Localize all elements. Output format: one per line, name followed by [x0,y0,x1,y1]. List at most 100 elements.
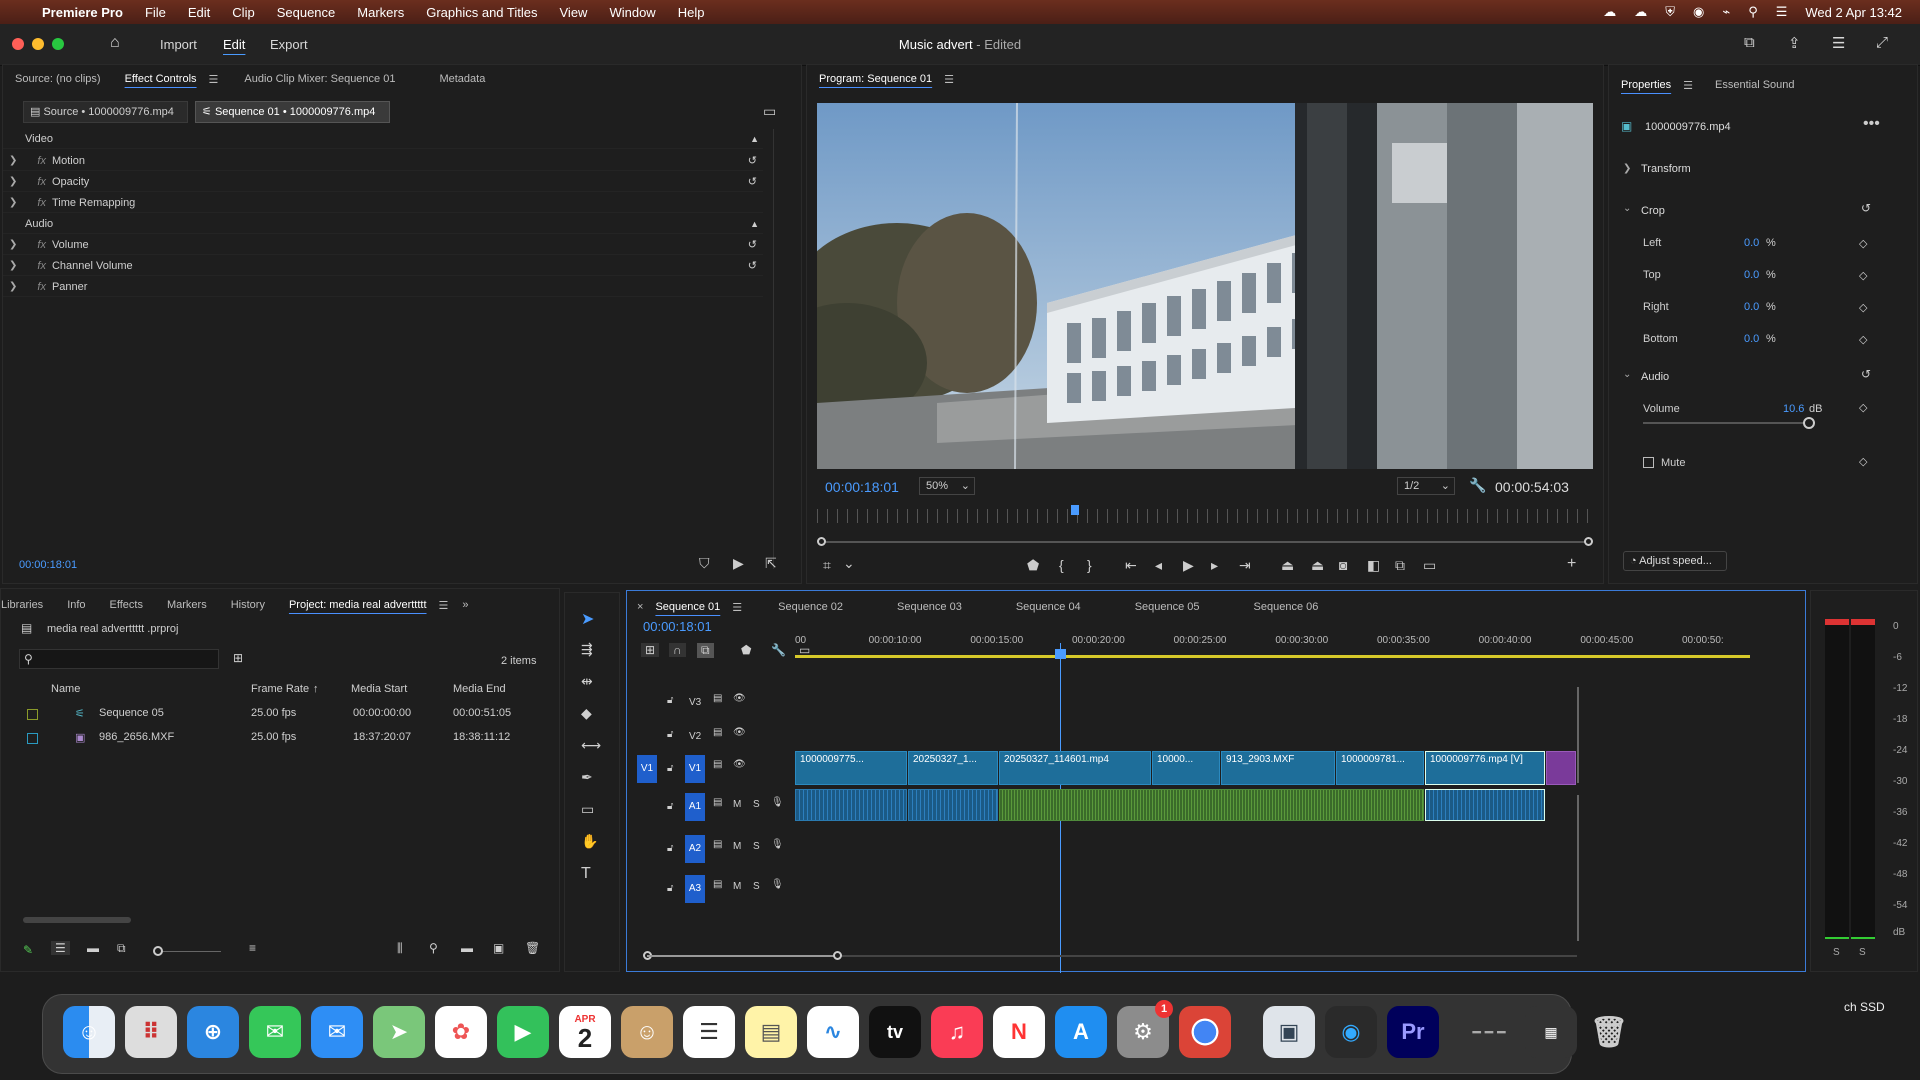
video-clip[interactable]: 20250327_1... [908,751,998,785]
ripple-edit-tool-icon[interactable]: ⇹ [581,673,593,690]
add-marker-icon[interactable]: ⬟ [741,643,751,657]
program-mini-ruler[interactable] [817,509,1593,523]
add-marker-icon[interactable]: ⬟ [1027,557,1039,574]
menu-edit[interactable]: Edit [188,5,210,20]
sync-lock-icon[interactable]: ▤ [713,727,722,738]
col-frame-rate[interactable]: Frame Rate [251,683,309,695]
find-icon[interactable]: ⚲ [429,941,438,955]
mute-checkbox[interactable] [1643,457,1654,468]
expand-chevron-icon[interactable]: ❯ [9,260,17,271]
add-button-icon[interactable]: + [1567,555,1576,573]
volume-value[interactable]: 10.6 [1783,403,1804,415]
lock-icon[interactable]: 🔓︎ [667,883,673,894]
nest-toggle-icon[interactable]: ⊞ [641,643,660,657]
eye-icon[interactable]: 👁︎ [733,727,746,738]
mail-icon[interactable]: ✉ [311,1006,363,1058]
scroll-handle-left[interactable] [817,537,826,546]
sync-lock-icon[interactable]: ▤ [713,839,722,850]
chevron-down-icon[interactable]: ⌄ [1623,369,1631,380]
sync-lock-icon[interactable]: ▤ [713,759,722,770]
project-scrollbar[interactable] [23,917,131,923]
maps-icon[interactable]: ➤ [373,1006,425,1058]
collapse-up-icon[interactable]: ▲ [750,134,759,144]
expand-chevron-icon[interactable]: ❯ [9,239,17,250]
filter-icon[interactable]: ⛉ [699,555,710,572]
scroll-handle-right[interactable] [1584,537,1593,546]
menu-clip[interactable]: Clip [232,5,254,20]
track-label-a2[interactable]: A2 [685,835,705,863]
expand-chevron-icon[interactable]: ❯ [9,155,17,166]
sequence-chip[interactable]: ⚟ Sequence 01 • 1000009776.mp4 [195,101,390,123]
crop-label[interactable]: Crop [1641,205,1665,217]
spotlight-search-icon[interactable]: ⚲ [1748,4,1758,20]
playhead-handle[interactable] [1055,649,1067,659]
new-bin-from-search-icon[interactable]: ⊞ [233,651,243,665]
source-chip[interactable]: ▤ Source • 1000009776.mp4 [23,101,188,123]
menu-window[interactable]: Window [609,5,655,20]
freeform-view-icon[interactable]: ⧉ [117,941,126,956]
keyframe-icon[interactable]: ◇ [1859,237,1867,250]
play-only-audio-icon[interactable]: ▶ [733,555,744,572]
comparison-view-icon[interactable]: ◧ [1367,557,1380,574]
video-clip[interactable]: 20250327_114601.mp4 [999,751,1151,785]
track-label-v3[interactable]: V3 [689,697,701,708]
play-circle-icon[interactable]: ◉ [1693,4,1704,20]
keyframe-icon[interactable]: ◇ [1859,301,1867,314]
calendar-icon[interactable]: APR 2 [559,1006,611,1058]
track-label-a3[interactable]: A3 [685,875,705,903]
menu-graphics-titles[interactable]: Graphics and Titles [426,5,537,20]
mute-track-button[interactable]: M [733,881,741,892]
mark-in-icon[interactable]: { [1059,557,1064,573]
reset-icon[interactable]: ↺ [748,259,757,272]
panel-menu-icon[interactable]: ☰ [1683,79,1693,92]
reset-icon[interactable]: ↺ [1861,201,1871,215]
label-color-swatch[interactable] [27,733,38,744]
cloud-sync-icon[interactable]: ☁ [1634,4,1647,20]
audio-clip[interactable] [1425,789,1545,821]
lift-icon[interactable]: ⏏ [1281,557,1294,574]
zoom-select[interactable]: 50% ⌄ [919,477,975,495]
expand-chevron-icon[interactable]: ❯ [9,281,17,292]
adjust-speed-button[interactable]: ◔ Adjust speed... [1623,551,1727,571]
mute-track-button[interactable]: M [733,799,741,810]
video-clip[interactable]: 1000009776.mp4 [V] [1425,751,1545,785]
menu-sequence[interactable]: Sequence [277,5,336,20]
video-clip[interactable]: 1000009775... [795,751,907,785]
col-media-start[interactable]: Media Start [351,683,407,695]
effect-row-motion[interactable]: ❯ fx Motion ↺ [3,151,763,171]
desktop-disk-label[interactable]: ch SSD [1844,1000,1885,1014]
app-store-icon[interactable]: A [1055,1006,1107,1058]
volume-slider-thumb[interactable] [1803,417,1815,429]
play-icon[interactable]: ▶ [1183,557,1194,574]
automate-to-sequence-icon[interactable]: ⫼ [397,941,403,956]
timeline-timecode[interactable]: 00:00:18:01 [643,619,712,634]
solo-track-button[interactable]: S [753,841,760,852]
reminders-icon[interactable]: ☰ [683,1006,735,1058]
tab-project[interactable]: Project: media real adverttttt [277,599,439,611]
menu-view[interactable]: View [560,5,588,20]
vr-video-icon[interactable]: ▭ [1423,557,1436,574]
mute-track-button[interactable]: M [733,841,741,852]
photos-icon[interactable]: ✿ [435,1006,487,1058]
audio-clip[interactable] [908,789,998,821]
thumbnail-size-slider[interactable] [153,946,221,956]
multicam-icon[interactable]: ⧉ [1395,557,1405,574]
sync-lock-icon[interactable]: ▤ [713,693,722,704]
project-search-input[interactable]: ⚲ [19,649,219,669]
reset-icon[interactable]: ↺ [748,154,757,167]
preview-icon[interactable]: ▣ [1263,1006,1315,1058]
audio-clip[interactable] [795,789,907,821]
panel-menu-icon[interactable]: ☰ [944,73,954,86]
tab-history[interactable]: History [219,599,277,611]
source-patch-v1[interactable]: V1 [637,755,657,783]
downloads-stack-icon[interactable]: ━ ━ ━ [1463,1006,1515,1058]
mark-out-icon[interactable]: } [1087,557,1092,573]
effect-row-opacity[interactable]: ❯ fx Opacity ↺ [3,172,763,192]
timeline-video-scrollbar[interactable] [1577,687,1579,783]
video-clip[interactable]: 10000... [1152,751,1220,785]
snap-magnet-icon[interactable]: ∩ [669,643,686,657]
chrome-icon[interactable] [1179,1006,1231,1058]
settings-wrench-icon[interactable]: 🔧 [1469,477,1486,494]
hand-tool-icon[interactable]: ✋ [581,833,598,850]
linked-selection-icon[interactable]: ⧉ [697,643,714,658]
